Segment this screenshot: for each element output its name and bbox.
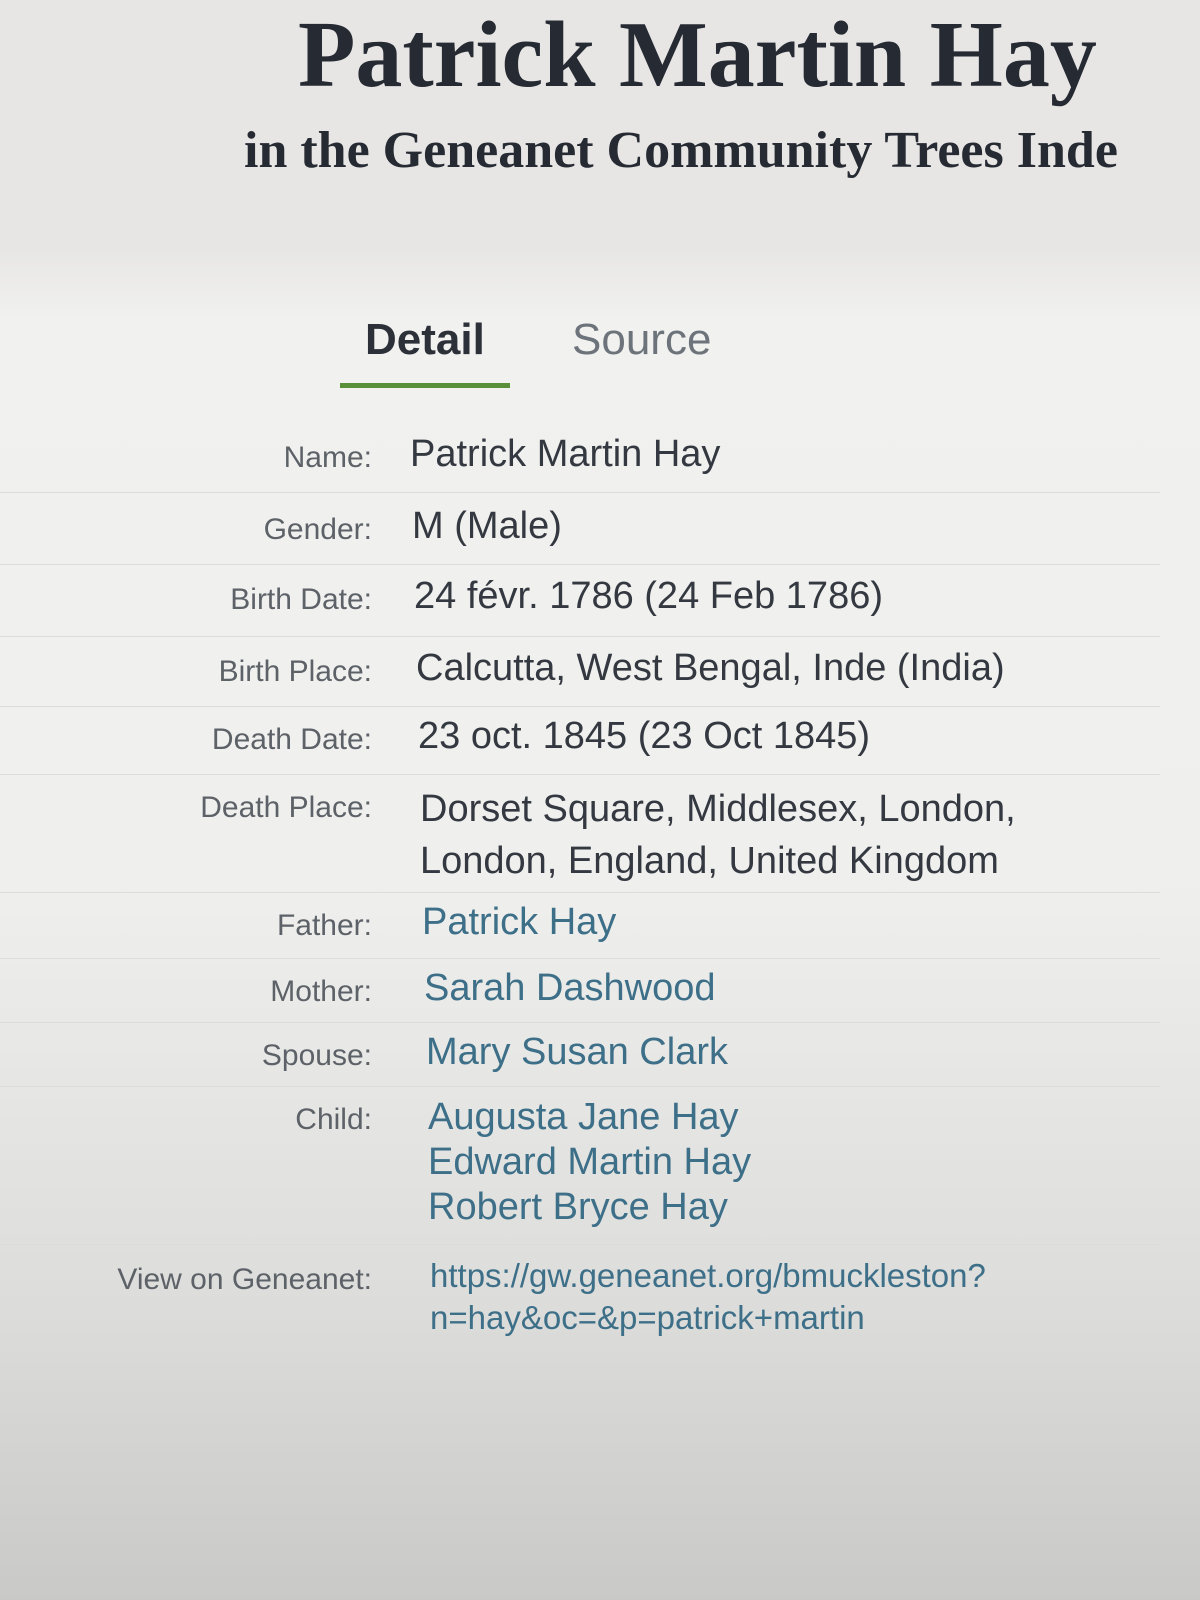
- spouse-link[interactable]: Mary Susan Clark: [426, 1031, 728, 1073]
- mother-label: Mother:: [270, 975, 372, 1008]
- gender-label: Gender:: [263, 513, 372, 546]
- active-tab-indicator: [340, 383, 510, 388]
- death-place-line: Dorset Square, Middlesex, London,: [420, 788, 1016, 830]
- birth-place-value: Calcutta, West Bengal, Inde (India): [416, 647, 1005, 689]
- father-value: Patrick Hay: [390, 893, 1160, 958]
- birth-date-value: 24 févr. 1786 (24 Feb 1786): [414, 575, 883, 617]
- page-title: Patrick Martin Hay: [298, 3, 1097, 107]
- death-place-line: London, England, United Kingdom: [420, 840, 999, 882]
- detail-row-birth-place: Birth Place: Calcutta, West Bengal, Inde…: [0, 637, 1160, 707]
- page-subtitle: in the Geneanet Community Trees Inde: [244, 122, 1118, 179]
- child-link[interactable]: Augusta Jane Hay: [428, 1095, 1160, 1140]
- child-link[interactable]: Edward Martin Hay: [428, 1140, 1160, 1185]
- geneanet-url-link[interactable]: https://gw.geneanet.org/bmuckleston? n=h…: [390, 1245, 1160, 1355]
- birth-date-label: Birth Date:: [230, 583, 372, 616]
- father-link[interactable]: Patrick Hay: [422, 901, 616, 943]
- detail-row-birth-date: Birth Date: 24 févr. 1786 (24 Feb 1786): [0, 565, 1160, 637]
- detail-row-death-date: Death Date: 23 oct. 1845 (23 Oct 1845): [0, 707, 1160, 775]
- url-line: https://gw.geneanet.org/bmuckleston?: [430, 1257, 986, 1294]
- death-place-label: Death Place:: [200, 791, 372, 824]
- child-link[interactable]: Robert Bryce Hay: [428, 1185, 1160, 1230]
- spouse-value: Mary Susan Clark: [390, 1023, 1160, 1086]
- page-header: Patrick Martin Hay in the Geneanet Commu…: [0, 0, 1200, 250]
- detail-row-mother: Mother: Sarah Dashwood: [0, 959, 1160, 1023]
- mother-value: Sarah Dashwood: [390, 959, 1160, 1022]
- birth-place-label: Birth Place:: [218, 655, 372, 688]
- detail-row-gender: Gender: M (Male): [0, 493, 1160, 565]
- spouse-label: Spouse:: [261, 1039, 372, 1072]
- mother-link[interactable]: Sarah Dashwood: [424, 967, 716, 1009]
- death-place-value: Dorset Square, Middlesex, London, London…: [390, 775, 1160, 892]
- detail-row-father: Father: Patrick Hay: [0, 893, 1160, 959]
- detail-row-name: Name: Patrick Martin Hay: [0, 425, 1160, 493]
- detail-row-spouse: Spouse: Mary Susan Clark: [0, 1023, 1160, 1087]
- death-date-label: Death Date:: [211, 723, 372, 756]
- gender-value: M (Male): [412, 505, 562, 547]
- detail-row-child: Child: Augusta Jane Hay Edward Martin Ha…: [0, 1087, 1160, 1245]
- tab-bar: Detail Source: [340, 310, 760, 400]
- name-label: Name:: [283, 441, 372, 474]
- child-values: Augusta Jane Hay Edward Martin Hay Rober…: [390, 1087, 1160, 1244]
- death-date-value: 23 oct. 1845 (23 Oct 1845): [418, 715, 871, 757]
- view-on-geneanet-label: View on Geneanet:: [117, 1263, 372, 1296]
- url-line: n=hay&oc=&p=patrick+martin: [430, 1299, 865, 1336]
- detail-row-view-on-geneanet: View on Geneanet: https://gw.geneanet.or…: [0, 1245, 1160, 1355]
- detail-table: Name: Patrick Martin Hay Gender: M (Male…: [0, 425, 1160, 1355]
- tab-detail[interactable]: Detail: [365, 310, 485, 370]
- detail-row-death-place: Death Place: Dorset Square, Middlesex, L…: [0, 775, 1160, 893]
- name-value: Patrick Martin Hay: [410, 433, 721, 475]
- tab-source[interactable]: Source: [572, 310, 711, 370]
- father-label: Father:: [276, 909, 372, 942]
- child-label: Child:: [295, 1103, 372, 1136]
